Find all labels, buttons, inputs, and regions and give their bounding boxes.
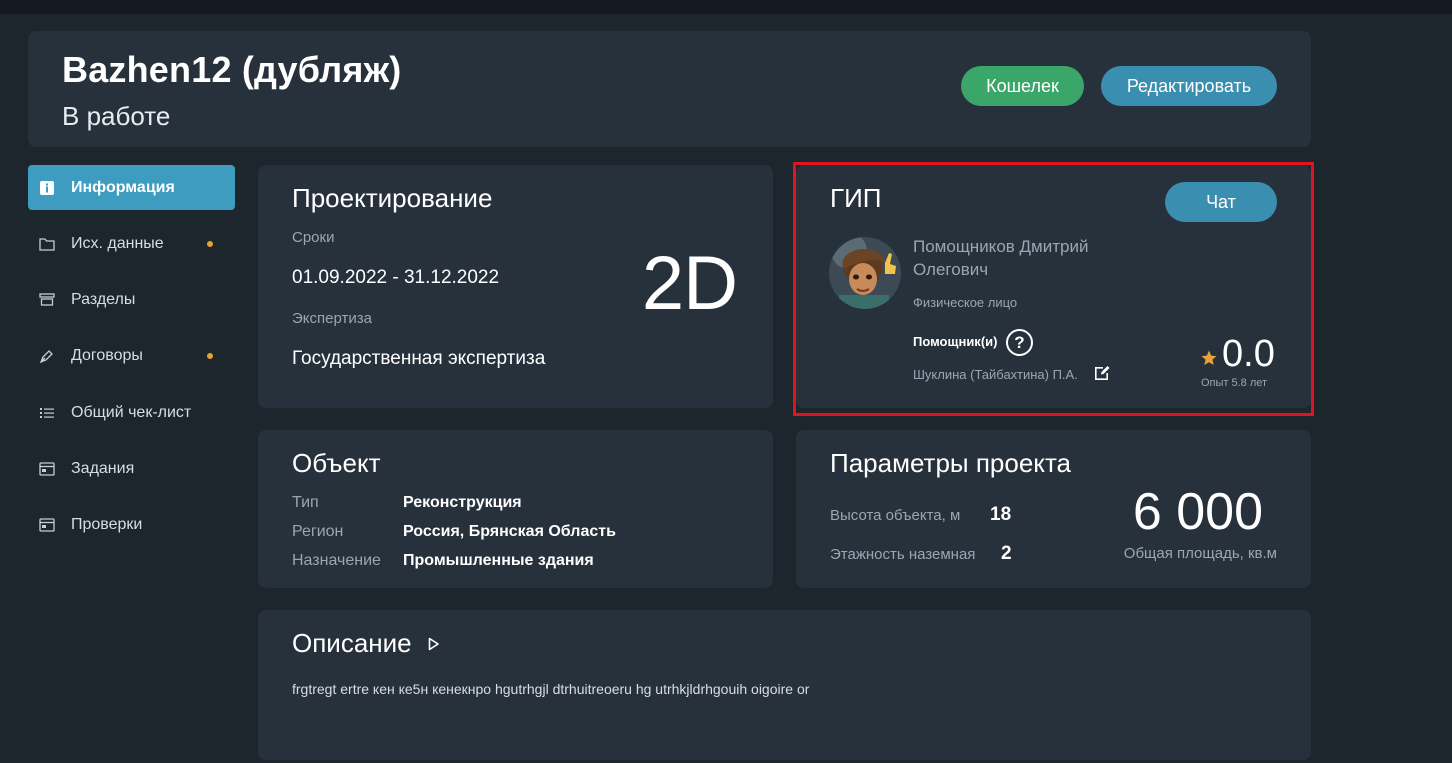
object-type-label: Тип [292, 494, 319, 511]
sidebar-item-info[interactable]: Информация [28, 165, 235, 210]
sidebar-item-tasks[interactable]: Задания [28, 446, 235, 491]
assistant-name: Шуклина (Тайбахтина) П.А. [913, 367, 1078, 382]
sidebar-item-checklist[interactable]: Общий чек-лист [28, 390, 235, 435]
sidebar-item-label: Информация [71, 178, 175, 196]
gip-title: ГИП [830, 183, 882, 213]
sidebar-item-sections[interactable]: Разделы [28, 277, 235, 322]
notification-dot [207, 353, 213, 359]
sidebar-item-label: Проверки [71, 515, 143, 533]
design-type: 2D [641, 241, 738, 326]
checks-icon [39, 517, 55, 533]
params-title: Параметры проекта [830, 448, 1072, 478]
sidebar-item-source-data[interactable]: Исх. данные [28, 221, 235, 266]
tasks-icon [39, 461, 55, 477]
project-title: Bazhen12 (дубляж) [62, 49, 402, 90]
area-label: Общая площадь, кв.м [1123, 545, 1277, 562]
object-card: Объект Тип Реконструкция Регион Россия, … [258, 430, 773, 588]
star-icon [1200, 349, 1218, 372]
chat-button[interactable]: Чат [1165, 182, 1277, 222]
gip-entity-type: Физическое лицо [913, 295, 1018, 310]
expertise-value: Государственная экспертиза [292, 348, 546, 369]
design-card: Проектирование Сроки 01.09.2022 - 31.12.… [258, 165, 773, 408]
pen-icon [39, 348, 55, 364]
checklist-icon [39, 405, 55, 421]
description-title: Описание [292, 628, 412, 658]
sidebar-item-label: Общий чек-лист [71, 403, 192, 421]
sections-icon [39, 292, 55, 308]
dates-value: 01.09.2022 - 31.12.2022 [292, 267, 500, 288]
project-header: Bazhen12 (дубляж) В работе Кошелек Редак… [28, 31, 1311, 147]
expertise-label: Экспертиза [292, 310, 372, 327]
edit-icon[interactable] [1093, 364, 1111, 387]
description-text: frgtregt ertre кен ке5н кенекнро hgutrhg… [292, 681, 810, 697]
object-region-value: Россия, Брянская Область [403, 523, 616, 540]
notification-dot [207, 241, 213, 247]
sidebar-item-label: Договоры [71, 346, 143, 364]
project-status: В работе [62, 101, 171, 131]
sidebar-item-label: Исх. данные [71, 234, 164, 252]
help-icon[interactable]: ? [1006, 329, 1033, 356]
folder-icon [39, 236, 55, 252]
dates-label: Сроки [292, 229, 335, 246]
params-card: Параметры проекта Высота объекта, м 18 Э… [796, 430, 1311, 588]
sidebar-item-checks[interactable]: Проверки [28, 502, 235, 547]
object-purpose-label: Назначение [292, 552, 381, 569]
floors-value: 2 [1001, 543, 1012, 564]
floors-label: Этажность наземная [830, 546, 976, 563]
object-purpose-value: Промышленные здания [403, 552, 594, 569]
rating-value: 0.0 [1222, 333, 1275, 375]
height-value: 18 [990, 504, 1012, 525]
area-value: 6 000 [1132, 483, 1263, 541]
edit-button[interactable]: Редактировать [1101, 66, 1277, 106]
object-region-label: Регион [292, 523, 344, 540]
top-bar [0, 0, 1452, 14]
expand-triangle-icon[interactable] [428, 637, 440, 656]
assistants-label: Помощник(и) [913, 334, 998, 349]
gip-name[interactable]: Помощников Дмитрий Олегович [913, 235, 1143, 281]
sidebar-item-contracts[interactable]: Договоры [28, 333, 235, 378]
experience-label: Опыт 5.8 лет [1201, 377, 1268, 389]
height-label: Высота объекта, м [830, 507, 961, 524]
sidebar-item-label: Задания [71, 459, 135, 477]
object-title: Объект [292, 448, 381, 478]
description-card: Описание frgtregt ertre кен ке5н кенекнр… [258, 610, 1311, 760]
design-title: Проектирование [292, 183, 493, 213]
avatar[interactable] [829, 237, 901, 309]
gip-card: ГИП Чат Помощников Дмитрий Олегович Физи… [796, 165, 1311, 408]
wallet-button[interactable]: Кошелек [961, 66, 1084, 106]
object-type-value: Реконструкция [403, 494, 522, 511]
sidebar-item-label: Разделы [71, 290, 136, 308]
info-icon [39, 180, 55, 196]
